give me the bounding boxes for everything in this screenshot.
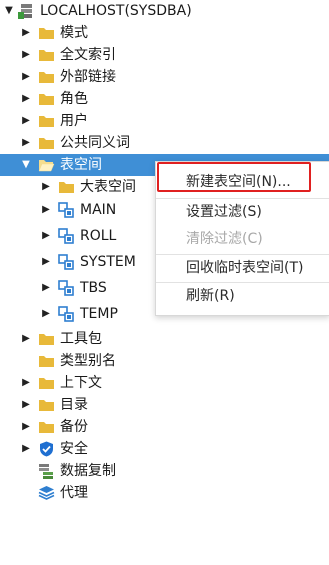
folder-icon xyxy=(38,69,55,85)
collapse-arrow-icon[interactable]: ▶ xyxy=(20,394,32,416)
tree-node-localhost[interactable]: ▼ LOCALHOST(SYSDBA) xyxy=(0,0,329,22)
tree-node-label: SYSTEM xyxy=(80,254,136,270)
shield-icon xyxy=(38,441,55,457)
folder-icon xyxy=(58,179,75,195)
tree-node-fulltext-index[interactable]: ▶ 全文索引 xyxy=(0,44,329,66)
tree-node-packages[interactable]: ▶ 工具包 xyxy=(0,328,329,350)
collapse-arrow-icon[interactable]: ▶ xyxy=(40,277,52,299)
tree-node-context[interactable]: ▶ 上下文 xyxy=(0,372,329,394)
tree-node-label: MAIN xyxy=(80,202,117,218)
tablespace-icon xyxy=(58,280,75,296)
tree-node-label: 外部链接 xyxy=(60,69,116,85)
server-icon xyxy=(18,3,35,19)
folder-open-icon xyxy=(38,157,55,173)
tree-node-backup[interactable]: ▶ 备份 xyxy=(0,416,329,438)
tree-node-label: 全文索引 xyxy=(60,47,116,63)
tablespace-icon xyxy=(58,228,75,244)
tree-node-label: 上下文 xyxy=(60,375,102,391)
menu-item-label: 清除过滤(C) xyxy=(186,231,263,247)
tree-node-label: 目录 xyxy=(60,397,88,413)
menu-item-set-filter[interactable]: 设置过滤(S) xyxy=(156,199,329,225)
expand-arrow-icon[interactable]: ▼ xyxy=(3,0,15,22)
collapse-arrow-icon[interactable]: ▶ xyxy=(20,110,32,132)
collapse-arrow-icon[interactable]: ▶ xyxy=(40,199,52,221)
tree-node-label: 公共同义词 xyxy=(60,135,130,151)
tree-node-directory[interactable]: ▶ 目录 xyxy=(0,394,329,416)
tree-node-label: 大表空间 xyxy=(80,179,136,195)
folder-icon xyxy=(38,47,55,63)
expand-arrow-icon[interactable]: ▼ xyxy=(20,154,32,176)
collapse-arrow-icon[interactable]: ▶ xyxy=(40,251,52,273)
folder-icon xyxy=(38,331,55,347)
tree-node-label: 角色 xyxy=(60,91,88,107)
tree-node-agent[interactable]: 代理 xyxy=(0,482,329,504)
collapse-arrow-icon[interactable]: ▶ xyxy=(20,372,32,394)
folder-icon xyxy=(38,419,55,435)
collapse-arrow-icon[interactable]: ▶ xyxy=(40,225,52,247)
menu-item-clear-filter: 清除过滤(C) xyxy=(156,226,329,252)
folder-icon xyxy=(38,397,55,413)
folder-icon xyxy=(38,135,55,151)
annotation-highlight-box xyxy=(157,162,311,192)
collapse-arrow-icon[interactable]: ▶ xyxy=(20,438,32,460)
tree-node-label: 数据复制 xyxy=(60,463,116,479)
collapse-arrow-icon[interactable]: ▶ xyxy=(40,176,52,198)
collapse-arrow-icon[interactable]: ▶ xyxy=(20,44,32,66)
collapse-arrow-icon[interactable]: ▶ xyxy=(20,88,32,110)
tree-node-label: 模式 xyxy=(60,25,88,41)
menu-item-refresh[interactable]: 刷新(R) xyxy=(156,283,329,309)
collapse-arrow-icon[interactable]: ▶ xyxy=(20,66,32,88)
folder-icon xyxy=(38,91,55,107)
tree-node-users[interactable]: ▶ 用户 xyxy=(0,110,329,132)
tablespace-icon xyxy=(58,202,75,218)
tablespace-icon xyxy=(58,306,75,322)
tree-node-schema[interactable]: ▶ 模式 xyxy=(0,22,329,44)
menu-item-label: 回收临时表空间(T) xyxy=(186,260,304,276)
agent-stack-icon xyxy=(38,485,55,501)
tree-node-label: 安全 xyxy=(60,441,88,457)
tree-node-type-alias[interactable]: 类型别名 xyxy=(0,350,329,372)
menu-item-label: 刷新(R) xyxy=(186,288,235,304)
tree-node-label: 代理 xyxy=(60,485,88,501)
tree-node-label: 表空间 xyxy=(60,157,102,173)
folder-icon xyxy=(38,353,55,369)
tree-node-data-replication[interactable]: 数据复制 xyxy=(0,460,329,482)
tree-node-label: ROLL xyxy=(80,228,117,244)
tree-node-label: 用户 xyxy=(60,113,88,129)
folder-icon xyxy=(38,25,55,41)
tree-node-security[interactable]: ▶ 安全 xyxy=(0,438,329,460)
tree-node-public-synonyms[interactable]: ▶ 公共同义词 xyxy=(0,132,329,154)
folder-icon xyxy=(38,113,55,129)
collapse-arrow-icon[interactable]: ▶ xyxy=(20,22,32,44)
folder-icon xyxy=(38,375,55,391)
menu-item-label: 设置过滤(S) xyxy=(186,204,262,220)
menu-item-reclaim-temp-tablespace[interactable]: 回收临时表空间(T) xyxy=(156,255,329,281)
replication-icon xyxy=(38,463,55,479)
collapse-arrow-icon[interactable]: ▶ xyxy=(20,132,32,154)
tablespace-icon xyxy=(58,254,75,270)
collapse-arrow-icon[interactable]: ▶ xyxy=(20,328,32,350)
tree-node-external-links[interactable]: ▶ 外部链接 xyxy=(0,66,329,88)
tree-node-label: LOCALHOST(SYSDBA) xyxy=(40,3,192,19)
tree-node-label: 工具包 xyxy=(60,331,102,347)
collapse-arrow-icon[interactable]: ▶ xyxy=(20,416,32,438)
tree-node-label: 备份 xyxy=(60,419,88,435)
tree-node-roles[interactable]: ▶ 角色 xyxy=(0,88,329,110)
tree-node-label: 类型别名 xyxy=(60,353,116,369)
tree-node-label: TEMP xyxy=(80,306,118,322)
tree-node-label: TBS xyxy=(80,280,107,296)
collapse-arrow-icon[interactable]: ▶ xyxy=(40,303,52,325)
